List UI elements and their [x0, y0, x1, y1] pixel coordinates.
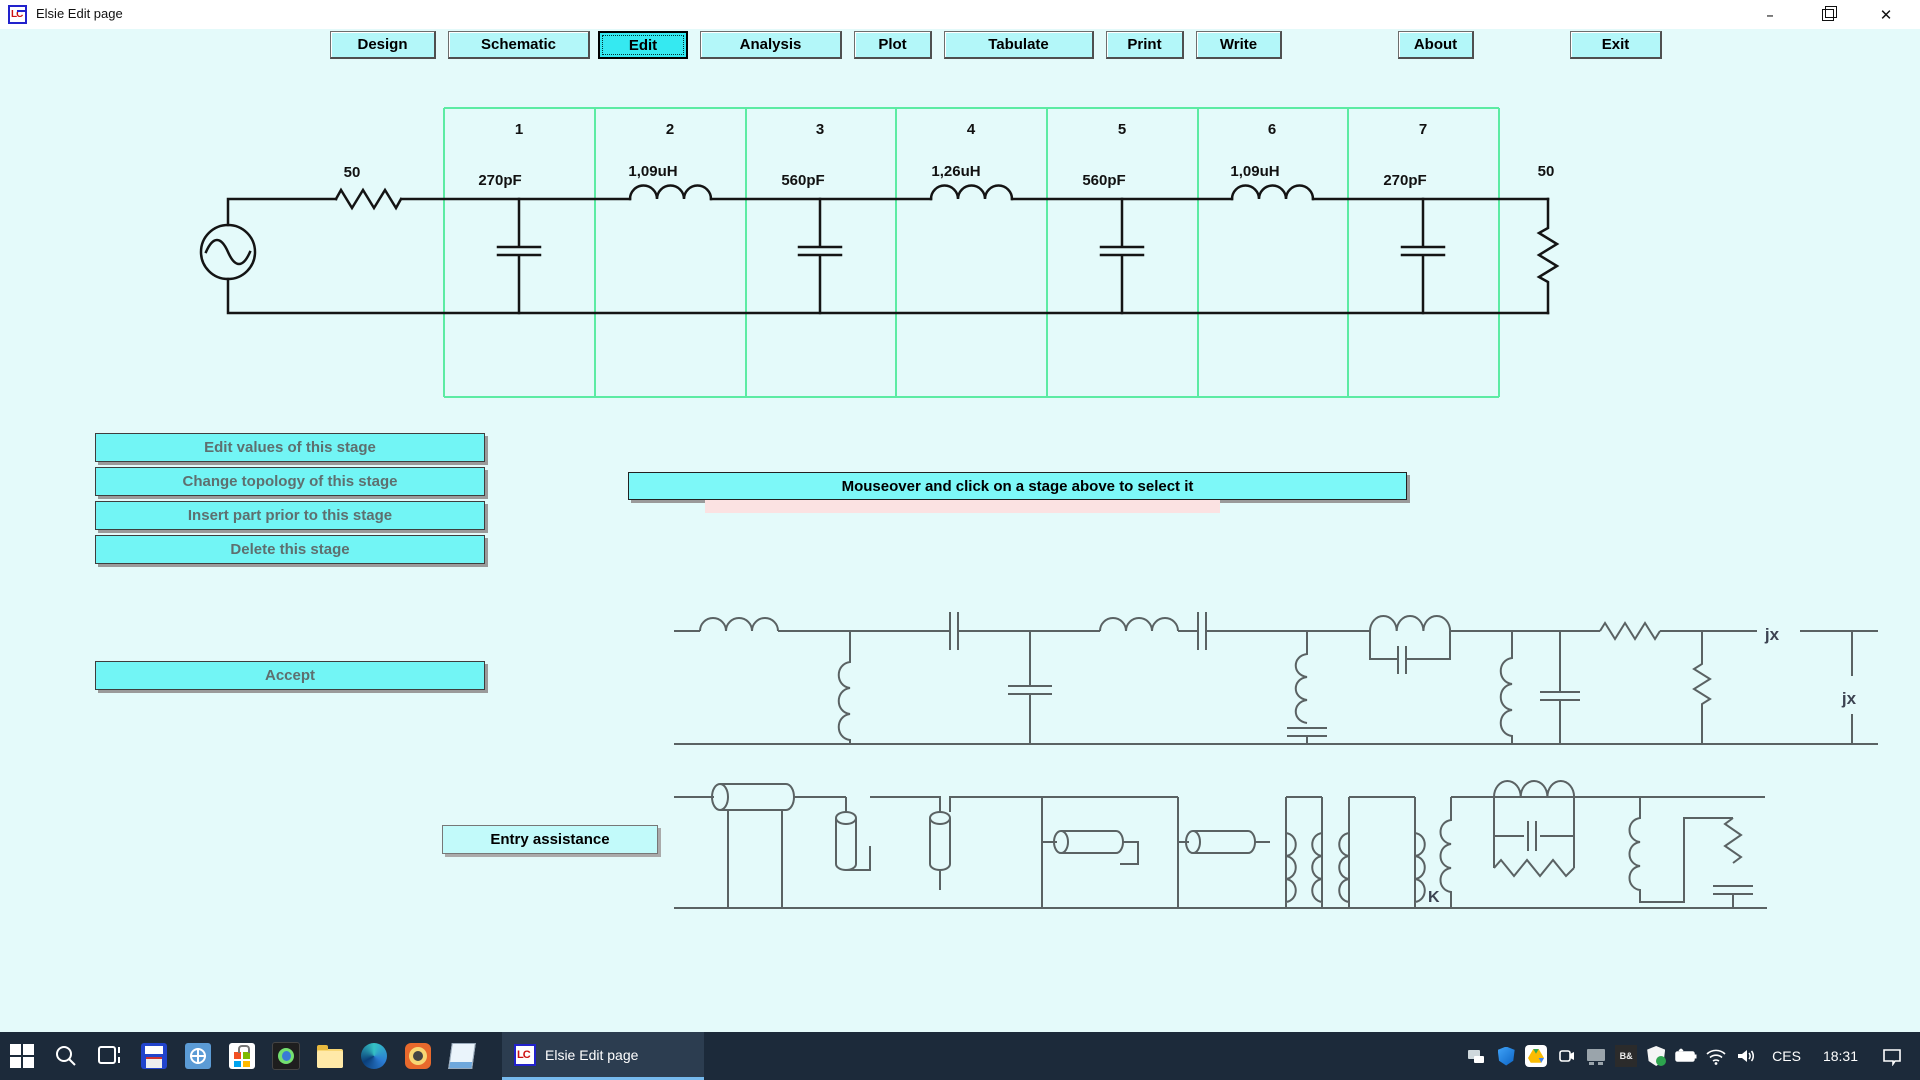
taskbar-app-elsie[interactable]: LC Elsie Edit page [502, 1032, 704, 1080]
topology-row-lumped [674, 612, 1878, 744]
topology-palette: jx jx K [650, 600, 1900, 930]
elsie-app-icon[interactable] [132, 1032, 176, 1080]
parallel-RLC-tank-icon [1494, 781, 1574, 876]
display-icon[interactable] [1584, 1032, 1608, 1080]
notifications-icon[interactable] [1880, 1032, 1904, 1080]
series-inductor-icon [700, 618, 778, 631]
series-resistor-icon [1600, 623, 1660, 639]
security-shield-icon[interactable] [1494, 1032, 1518, 1080]
file-explorer-icon[interactable] [308, 1032, 352, 1080]
accept-button[interactable]: Accept [95, 661, 485, 690]
language-indicator[interactable]: CES [1764, 1048, 1809, 1064]
search-icon[interactable] [44, 1032, 88, 1080]
shunt-resistor-icon [1694, 631, 1710, 744]
topology-row-distributed [674, 781, 1767, 908]
viewer-app-icon[interactable] [396, 1032, 440, 1080]
entry-assistance-button[interactable]: Entry assistance [442, 825, 658, 854]
windows-logo-icon [10, 1044, 34, 1068]
start-button[interactable] [0, 1032, 44, 1080]
shunt-inductor-icon [839, 631, 850, 744]
source-resistor [336, 190, 401, 208]
series-line-feed [1042, 797, 1057, 908]
notepad-app-icon[interactable] [440, 1032, 484, 1080]
elsie-taskbar-icon: LC [514, 1044, 536, 1066]
wifi-icon[interactable] [1704, 1032, 1728, 1080]
network-app-icon[interactable] [176, 1032, 220, 1080]
stage-region-6[interactable] [1198, 108, 1348, 397]
delete-stage-button[interactable]: Delete this stage [95, 535, 485, 564]
microsoft-store-icon[interactable] [220, 1032, 264, 1080]
stage-region-4[interactable] [896, 108, 1047, 397]
cast-device-icon[interactable] [1464, 1032, 1488, 1080]
jx-shunt-label: jx [1841, 689, 1857, 708]
load-impedance-label: 50 [1538, 163, 1555, 180]
folder-icon [317, 1049, 343, 1068]
shunt-parallel-LC-icon [1501, 631, 1580, 744]
capture-icon[interactable] [1554, 1032, 1578, 1080]
defender-check-icon[interactable] [1644, 1032, 1668, 1080]
tank-feed [1441, 797, 1766, 908]
google-drive-icon[interactable] [1524, 1032, 1548, 1080]
remote-screen-icon[interactable] [264, 1032, 308, 1080]
stage-region-5[interactable] [1047, 108, 1198, 397]
grounded-coax-stub-icon [930, 812, 950, 824]
insert-part-button[interactable]: Insert part prior to this stage [95, 501, 485, 530]
taskbar: LC Elsie Edit page B& CES 18:31 [0, 1032, 1920, 1080]
stage-region-2[interactable] [595, 108, 746, 397]
clock[interactable]: 18:31 [1815, 1048, 1866, 1064]
coupling-k-label: K [1428, 889, 1440, 906]
pink-strip [705, 500, 1220, 513]
stage-region-3[interactable] [746, 108, 896, 397]
shorted-coax-stub-icon [712, 784, 728, 810]
series-parallel-LC-icon [1370, 616, 1450, 674]
taskbar-app-label: Elsie Edit page [545, 1047, 638, 1063]
series-LC-icon [1100, 618, 1198, 631]
open-coax-stub-icon [836, 812, 856, 824]
shunt-capacitor-icon [1008, 631, 1052, 744]
source-impedance-label: 50 [344, 164, 361, 181]
bang-olufsen-icon[interactable]: B& [1614, 1032, 1638, 1080]
sine-wave [206, 240, 250, 264]
stage-region-1[interactable] [444, 108, 595, 397]
elsie-window: LC Elsie Edit page – ✕ Design Schematic … [0, 0, 1920, 1080]
edit-values-button[interactable]: Edit values of this stage [95, 433, 485, 462]
instruction-message: Mouseover and click on a stage above to … [628, 472, 1407, 500]
transformer-icon [1286, 797, 1322, 908]
coupled-transformer-icon [1339, 797, 1425, 908]
battery-icon[interactable] [1674, 1032, 1698, 1080]
task-view-icon[interactable] [88, 1032, 132, 1080]
edge-browser-icon[interactable] [352, 1032, 396, 1080]
load-resistor [1539, 199, 1557, 313]
series-capacitor-icon [950, 612, 958, 650]
shunt-series-LC-icon [1287, 631, 1327, 744]
change-topology-button[interactable]: Change topology of this stage [95, 467, 485, 496]
volume-icon[interactable] [1734, 1032, 1758, 1080]
stage-region-7[interactable] [1348, 108, 1499, 397]
jx-series-label: jx [1764, 625, 1780, 644]
coupled-resonator-icon [1630, 797, 1754, 908]
